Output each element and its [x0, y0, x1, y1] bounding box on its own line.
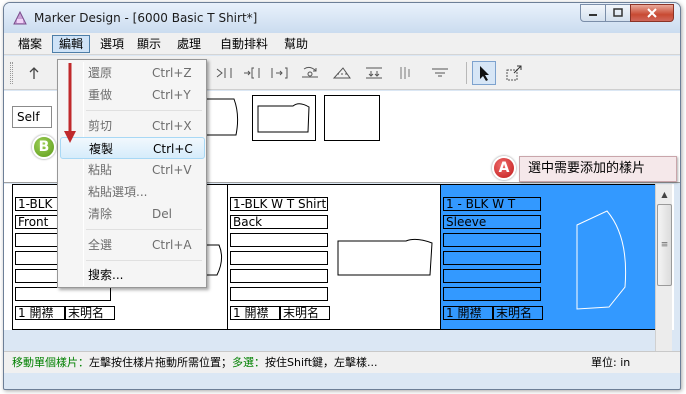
menu-item-cut[interactable]: 剪切 Ctrl+X — [60, 115, 205, 137]
app-logo-icon — [13, 10, 27, 25]
pointer-icon[interactable] — [472, 61, 496, 85]
piece-thumbnail-front[interactable] — [204, 95, 244, 141]
scroll-up-icon[interactable]: ▲ — [657, 186, 672, 203]
piece-thumbnail-empty[interactable] — [324, 95, 380, 141]
piece-info-field — [230, 287, 328, 301]
piece-size-label: 1 開襟 — [443, 306, 493, 320]
back-piece-shape — [257, 103, 310, 133]
align-piece-icon[interactable] — [212, 61, 236, 85]
piece-code-label: 1-BLK W T Shirt — [230, 197, 328, 211]
piece-info-field — [443, 287, 541, 301]
piece-code-label: 1 - BLK W T — [443, 197, 541, 211]
piece-info-field — [230, 269, 328, 283]
piece-model-label: 末明名 — [493, 306, 543, 320]
menu-edit[interactable]: 編輯 — [52, 35, 91, 53]
menu-separator — [86, 229, 202, 230]
bars-icon[interactable] — [392, 61, 416, 85]
piece-cell-back[interactable]: 1-BLK W T Shirt Back 1 開襟 末明名 — [227, 184, 441, 330]
menu-separator — [86, 110, 202, 111]
menu-help[interactable]: 幫助 — [278, 35, 314, 53]
piece-info-field — [230, 251, 328, 265]
status-unit: 單位: in — [591, 356, 631, 369]
menu-bar: 檔案 編輯 選項 顯示 處理 自動排料 幫助 — [4, 33, 680, 55]
piece-size-label: 1 開襟 — [15, 306, 65, 320]
piece-size-label: 1 開襟 — [230, 306, 280, 320]
menu-item-redo[interactable]: 重做 Ctrl+Y — [60, 84, 205, 106]
arrow-up-icon[interactable] — [22, 61, 46, 85]
menu-item-paste-options[interactable]: 粘貼選項... — [60, 181, 205, 203]
piece-info-field — [230, 233, 328, 247]
close-button[interactable] — [630, 4, 674, 22]
piece-info-field — [443, 233, 541, 247]
piece-model-label: 末明名 — [280, 306, 330, 320]
minimize-icon — [589, 14, 597, 16]
menu-item-paste[interactable]: 粘貼 Ctrl+V — [60, 159, 205, 181]
menu-item-copy[interactable]: 複製 Ctrl+C — [60, 137, 205, 159]
flip-icon[interactable] — [330, 61, 354, 85]
annotation-callout: 選中需要添加的樣片 — [519, 156, 677, 182]
lines-icon[interactable] — [428, 61, 452, 85]
menu-options[interactable]: 選項 — [94, 35, 130, 53]
toolbar-separator — [466, 62, 467, 84]
menu-item-search[interactable]: 搜索... — [60, 264, 205, 286]
minimize-button[interactable] — [580, 4, 606, 22]
sleeve-piece-shape — [576, 210, 627, 310]
app-window: Marker Design - [6000 Basic T Shirt*] 檔案… — [3, 2, 681, 390]
menu-auto-marker[interactable]: 自動排料 — [214, 35, 274, 53]
spread-icon[interactable] — [362, 61, 386, 85]
menu-file[interactable]: 檔案 — [12, 35, 48, 53]
menu-separator — [86, 260, 202, 261]
status-bar: 移動單個樣片：左擊按住樣片拖動所需位置；多選：按住Shift鍵，左擊樣... 單… — [4, 351, 680, 373]
vertical-scrollbar[interactable]: ▲ ≡ ▼ — [655, 184, 672, 372]
piece-model-label: 末明名 — [65, 306, 115, 320]
annotation-arrow-icon — [64, 63, 76, 143]
zoom-window-icon[interactable] — [502, 61, 526, 85]
piece-info-field — [443, 251, 541, 265]
front-piece-shape — [204, 98, 239, 136]
piece-thumbnail-back[interactable] — [252, 95, 316, 141]
toolbar-grip[interactable] — [10, 62, 13, 84]
maximize-button[interactable] — [605, 4, 631, 22]
status-message: 移動單個樣片：左擊按住樣片拖動所需位置；多選：按住Shift鍵，左擊樣... — [12, 356, 378, 369]
piece-info-field — [443, 269, 541, 283]
menu-view[interactable]: 顯示 — [131, 35, 167, 53]
piece-info-field — [15, 287, 111, 301]
close-icon — [647, 8, 657, 18]
menu-item-clear[interactable]: 清除 Del — [60, 203, 205, 225]
window-title: Marker Design - [6000 Basic T Shirt*] — [34, 11, 258, 25]
back-piece-shape — [337, 238, 433, 276]
self-dropdown[interactable]: Self — [12, 106, 52, 128]
bracket-right-icon[interactable] — [268, 61, 292, 85]
maximize-icon — [613, 8, 623, 17]
bracket-left-icon[interactable] — [240, 61, 264, 85]
menu-item-undo[interactable]: 還原 Ctrl+Z — [60, 62, 205, 84]
piece-name-label: Sleeve — [443, 215, 541, 229]
menu-process[interactable]: 處理 — [171, 35, 207, 53]
scroll-thumb[interactable]: ≡ — [657, 204, 672, 286]
piece-name-label: Back — [230, 215, 328, 229]
title-bar: Marker Design - [6000 Basic T Shirt*] — [4, 3, 680, 33]
annotation-badge-a: A — [492, 156, 516, 180]
rotate-icon[interactable] — [298, 61, 322, 85]
menu-item-select-all[interactable]: 全選 Ctrl+A — [60, 234, 205, 256]
piece-cell-sleeve[interactable]: 1 - BLK W T Sleeve 1 開襟 末明名 — [440, 184, 656, 330]
edit-menu-dropdown: 還原 Ctrl+Z 重做 Ctrl+Y 剪切 Ctrl+X 複製 Ctrl+C 粘貼 Ct… — [57, 59, 207, 288]
annotation-badge-b: B — [32, 135, 56, 159]
